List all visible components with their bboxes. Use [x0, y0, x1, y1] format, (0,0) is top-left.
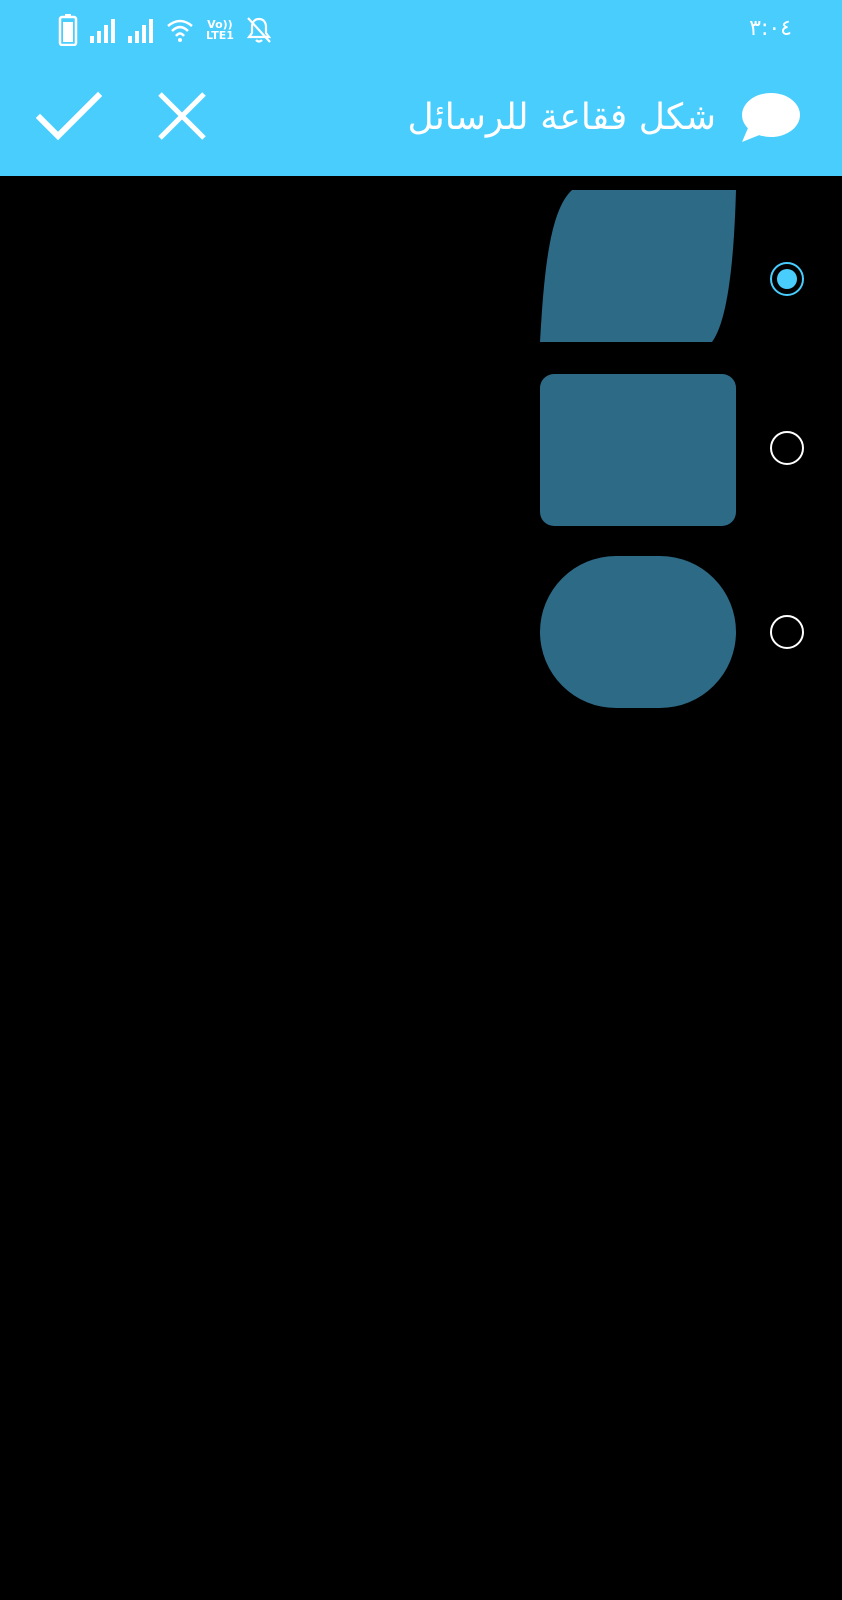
confirm-button[interactable] [35, 88, 103, 148]
wifi-icon [166, 18, 194, 42]
battery-icon [58, 14, 78, 46]
signal-icon [90, 17, 116, 43]
status-icons: Vo)) LTE1 [58, 14, 272, 46]
option-pill[interactable] [0, 556, 842, 726]
option-rounded-rectangle[interactable] [0, 371, 842, 541]
status-time: ٣:٠٤ [749, 16, 792, 41]
check-icon [35, 91, 103, 141]
page-title: شكل فقاعة للرسائل [407, 97, 716, 138]
cancel-button[interactable] [156, 90, 208, 142]
volte-bottom-label: LTE1 [206, 29, 234, 42]
radio-rounded-rectangle[interactable] [770, 431, 804, 465]
chat-bubble-icon [740, 92, 802, 144]
volte-icon: Vo)) LTE1 [206, 19, 234, 41]
signal-icon [128, 17, 154, 43]
action-bar: شكل فقاعة للرسائل [0, 60, 842, 176]
slanted-bubble-preview [540, 190, 736, 342]
radio-slanted[interactable] [770, 262, 804, 296]
option-slanted[interactable] [0, 186, 842, 356]
status-bar: Vo)) LTE1 ٣:٠٤ [0, 0, 842, 60]
pill-bubble-preview [540, 556, 736, 708]
radio-pill[interactable] [770, 615, 804, 649]
top-bar: Vo)) LTE1 ٣:٠٤ شكل فقاعة للرسائل [0, 0, 842, 176]
close-icon [158, 92, 206, 140]
rounded-rectangle-bubble-preview [540, 374, 736, 526]
notifications-off-icon [246, 16, 272, 44]
